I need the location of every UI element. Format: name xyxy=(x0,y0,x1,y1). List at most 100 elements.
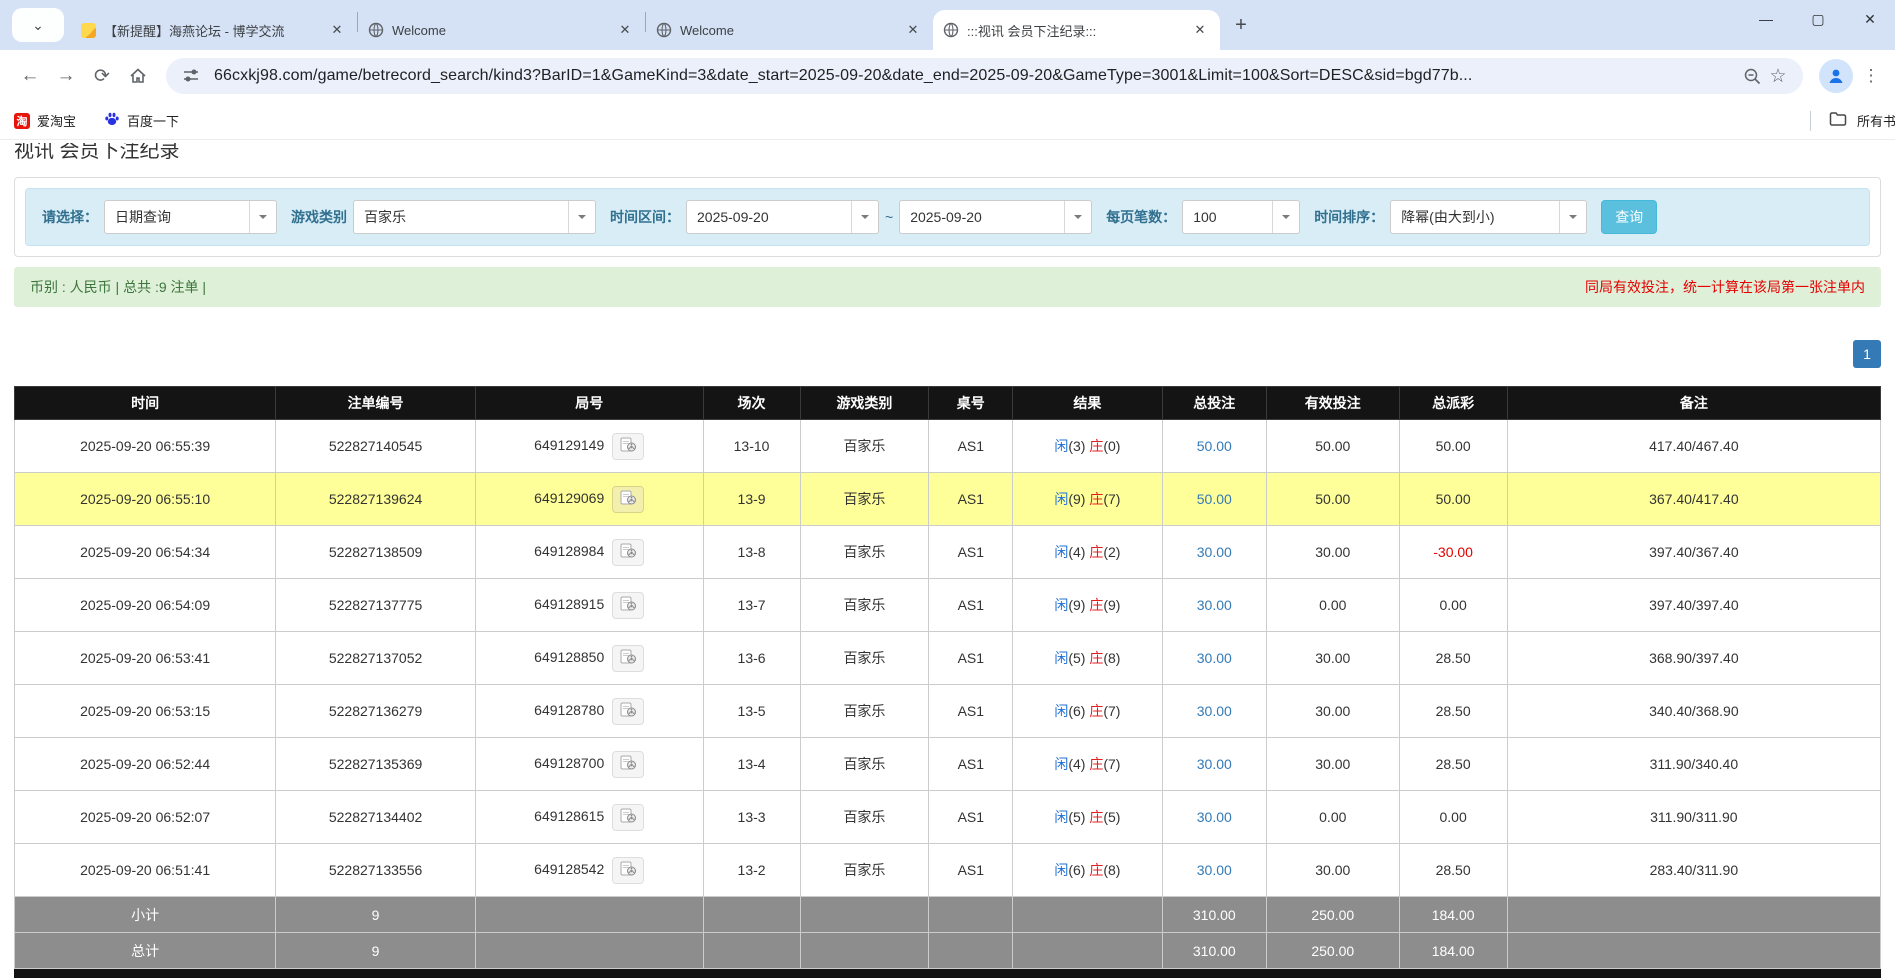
total-bet-link[interactable]: 30.00 xyxy=(1197,650,1232,666)
chevron-down-icon[interactable] xyxy=(1064,201,1091,233)
browser-toolbar: ← → ⟳ 66cxkj98.com/game/betrecord_search… xyxy=(0,50,1895,102)
cell-bet-id: 522827140545 xyxy=(276,420,476,473)
tab-bet-records-active[interactable]: :::视讯 会员下注纪录::: ✕ xyxy=(933,10,1220,50)
video-replay-button[interactable] xyxy=(612,804,644,831)
video-replay-button[interactable] xyxy=(612,539,644,566)
address-bar[interactable]: 66cxkj98.com/game/betrecord_search/kind3… xyxy=(166,58,1803,94)
total-bet-link[interactable]: 30.00 xyxy=(1197,597,1232,613)
banker-result: 庄 xyxy=(1089,438,1103,454)
date-end-select[interactable]: 2025-09-20 xyxy=(899,200,1092,234)
video-replay-button[interactable] xyxy=(612,645,644,672)
game-kind-value: 百家乐 xyxy=(354,201,568,233)
profile-avatar[interactable] xyxy=(1819,59,1853,93)
chevron-down-icon[interactable] xyxy=(851,201,878,233)
cell-table: AS1 xyxy=(929,579,1013,632)
banker-result: 庄 xyxy=(1089,862,1103,878)
window-close-icon[interactable]: ✕ xyxy=(1861,11,1879,28)
cell-round: 649129069 xyxy=(475,473,703,526)
new-tab-button[interactable]: + xyxy=(1226,10,1256,40)
cell-bet-id: 522827138509 xyxy=(276,526,476,579)
chevron-down-icon[interactable] xyxy=(249,201,276,233)
cell-table: AS1 xyxy=(929,738,1013,791)
cell-game-type: 百家乐 xyxy=(800,526,929,579)
date-range-label: 时间区间： xyxy=(610,207,680,227)
column-header-valid-bet: 有效投注 xyxy=(1267,387,1399,420)
banker-score: (7) xyxy=(1103,491,1120,507)
close-icon[interactable]: ✕ xyxy=(903,20,923,40)
cell-result: 闲(5) 庄(8) xyxy=(1013,632,1162,685)
total-bet-link[interactable]: 50.00 xyxy=(1197,438,1232,454)
cell-note: 367.40/417.40 xyxy=(1507,473,1880,526)
baidu-paw-icon xyxy=(104,111,120,130)
bookmark-baidu[interactable]: 百度一下 xyxy=(104,111,179,130)
cell-total-bet: 30.00 xyxy=(1162,632,1266,685)
cell-session: 13-7 xyxy=(703,579,800,632)
total-bet-link[interactable]: 30.00 xyxy=(1197,809,1232,825)
video-replay-button[interactable] xyxy=(612,592,644,619)
player-result: 闲 xyxy=(1054,862,1068,878)
cell-payout: 28.50 xyxy=(1399,632,1507,685)
player-result: 闲 xyxy=(1054,438,1068,454)
cell-valid-bet: 30.00 xyxy=(1267,632,1399,685)
page-1-button[interactable]: 1 xyxy=(1853,340,1881,368)
column-header-total-bet: 总投注 xyxy=(1162,387,1266,420)
url-text[interactable]: 66cxkj98.com/game/betrecord_search/kind3… xyxy=(214,67,1729,85)
pagination: 1 xyxy=(14,340,1881,368)
tab-search-button[interactable]: ⌄ xyxy=(12,8,64,42)
close-icon[interactable]: ✕ xyxy=(327,20,347,40)
bookmark-taobao[interactable]: 淘 爱淘宝 xyxy=(14,111,76,130)
total-bet-link[interactable]: 30.00 xyxy=(1197,544,1232,560)
query-type-select[interactable]: 日期查询 xyxy=(104,200,277,234)
cell-round: 649128984 xyxy=(475,526,703,579)
cell-total-bet: 30.00 xyxy=(1162,844,1266,897)
cell-session: 13-3 xyxy=(703,791,800,844)
tab-welcome-2[interactable]: Welcome ✕ xyxy=(646,10,933,50)
cell-result: 闲(9) 庄(7) xyxy=(1013,473,1162,526)
total-bet-link[interactable]: 30.00 xyxy=(1197,703,1232,719)
maximize-icon[interactable]: ▢ xyxy=(1809,11,1827,28)
all-bookmarks[interactable]: 所有书签 xyxy=(1810,102,1895,139)
date-end-value: 2025-09-20 xyxy=(900,201,1064,233)
game-kind-select[interactable]: 百家乐 xyxy=(353,200,596,234)
chevron-down-icon[interactable] xyxy=(568,201,595,233)
page-content: 视讯 会员下注纪录 请选择： 日期查询 游戏类别 百家乐 时间区间： 2025-… xyxy=(0,143,1895,978)
browser-menu-icon[interactable]: ⋮ xyxy=(1859,66,1883,86)
tab-welcome-1[interactable]: Welcome ✕ xyxy=(358,10,645,50)
video-replay-button[interactable] xyxy=(612,751,644,778)
film-icon xyxy=(620,649,637,667)
close-icon[interactable]: ✕ xyxy=(615,20,635,40)
cell-table: AS1 xyxy=(929,526,1013,579)
zoom-out-icon[interactable] xyxy=(1739,67,1765,86)
video-replay-button[interactable] xyxy=(612,433,644,460)
bet-records-table: 时间注单编号局号场次游戏类别桌号结果总投注有效投注总派彩备注 2025-09-2… xyxy=(14,386,1881,969)
total-bet-link[interactable]: 30.00 xyxy=(1197,756,1232,772)
site-settings-icon[interactable] xyxy=(178,67,204,85)
cell-round: 649129149 xyxy=(475,420,703,473)
back-icon[interactable]: ← xyxy=(12,58,48,94)
video-replay-button[interactable] xyxy=(612,857,644,884)
search-button[interactable]: 查询 xyxy=(1601,200,1657,234)
reload-icon[interactable]: ⟳ xyxy=(84,58,120,94)
chevron-down-icon[interactable] xyxy=(1272,201,1299,233)
home-icon[interactable] xyxy=(120,58,156,94)
bookmark-star-icon[interactable]: ☆ xyxy=(1765,65,1791,88)
close-icon[interactable]: ✕ xyxy=(1190,20,1210,40)
footer-empty xyxy=(800,897,929,933)
total-bet-link[interactable]: 30.00 xyxy=(1197,862,1232,878)
tab-forum[interactable]: 【新提醒】海燕论坛 - 博学交流 ✕ xyxy=(70,10,357,50)
video-replay-button[interactable] xyxy=(612,486,644,513)
total-bet-link[interactable]: 50.00 xyxy=(1197,491,1232,507)
forward-icon[interactable]: → xyxy=(48,58,84,94)
video-replay-button[interactable] xyxy=(612,698,644,725)
round-number: 649128700 xyxy=(534,755,604,771)
minimize-icon[interactable]: — xyxy=(1757,11,1775,28)
sort-select[interactable]: 降幂(由大到小) xyxy=(1390,200,1587,234)
page-size-select[interactable]: 100 xyxy=(1182,200,1300,234)
chevron-down-icon[interactable] xyxy=(1559,201,1586,233)
cell-total-bet: 30.00 xyxy=(1162,685,1266,738)
cell-bet-id: 522827133556 xyxy=(276,844,476,897)
date-start-select[interactable]: 2025-09-20 xyxy=(686,200,879,234)
round-number: 649129069 xyxy=(534,490,604,506)
taobao-icon: 淘 xyxy=(14,113,30,129)
banker-score: (5) xyxy=(1103,809,1120,825)
